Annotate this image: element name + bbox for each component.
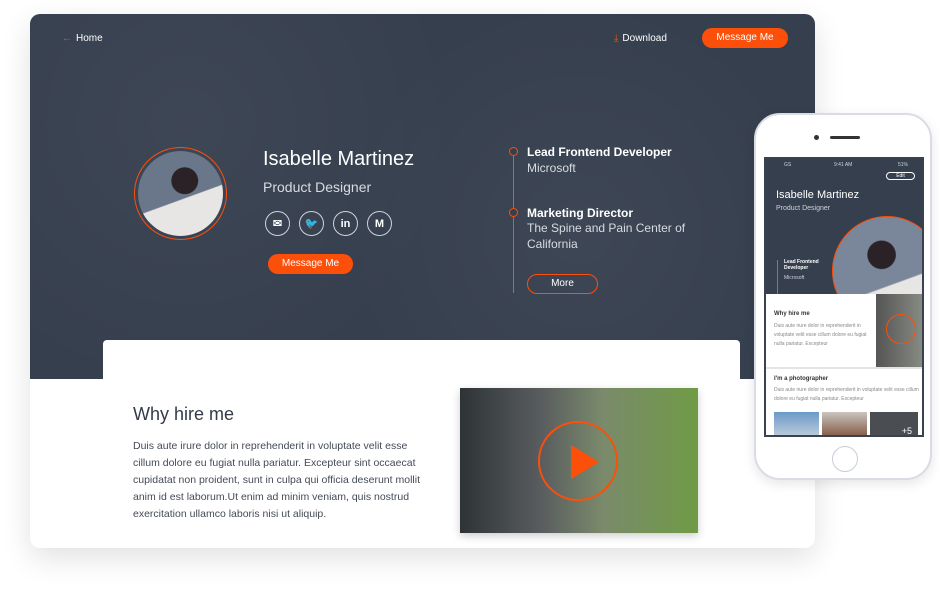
linkedin-icon[interactable]: in (333, 211, 358, 236)
mobile-photo-title: I'm a photographer (774, 376, 829, 382)
photo-thumbnail[interactable] (774, 412, 819, 435)
mobile-screen: GS 9:41 AM 51% Edit Isabelle Martinez Pr… (764, 157, 924, 437)
download-link[interactable]: ⤓ Download (614, 33, 667, 44)
why-hire-text: Duis aute irure dolor in reprehenderit i… (133, 440, 420, 520)
profile-message-button[interactable]: Message Me (268, 254, 353, 274)
timeline-dot (509, 147, 518, 156)
video-thumbnail[interactable] (460, 388, 698, 533)
edit-button[interactable]: Edit (886, 172, 915, 180)
job-title: Marketing Director (527, 206, 634, 220)
home-link[interactable]: ← Home (62, 33, 103, 44)
home-button[interactable] (832, 446, 858, 472)
mail-icon[interactable]: ✉ (265, 211, 290, 236)
medium-icon[interactable]: M (367, 211, 392, 236)
timeline-dot (509, 208, 518, 217)
play-icon[interactable] (538, 421, 618, 501)
avatar (134, 147, 227, 240)
download-icon: ⤓ (614, 33, 619, 44)
more-button[interactable]: More (527, 274, 598, 294)
profile-name: Isabelle Martinez (263, 148, 415, 170)
arrow-left-icon: ← (62, 33, 72, 44)
mobile-job-title: Lead Frontend Developer (784, 259, 819, 271)
mobile-name: Isabelle Martinez (776, 189, 860, 201)
header-message-button[interactable]: Message Me (702, 28, 788, 48)
mobile-video[interactable] (876, 294, 922, 367)
job-company: Microsoft (527, 161, 576, 175)
timeline-line (513, 150, 514, 293)
desktop-profile-card: ← Home ⤓ Download Message Me Isabelle Mart… (30, 14, 815, 548)
play-icon[interactable] (886, 314, 916, 344)
mobile-why-title: Why hire me (774, 311, 810, 317)
mobile-role: Product Designer (776, 205, 831, 212)
job-company: The Spine and Pain Center of California (527, 221, 686, 251)
photo-thumbnail[interactable] (822, 412, 867, 435)
more-photos-thumbnail[interactable]: +5 (870, 412, 918, 435)
profile-hero: ← Home ⤓ Download Message Me Isabelle Mart… (30, 14, 815, 379)
job-title: Lead Frontend Developer (527, 145, 672, 159)
twitter-icon[interactable]: 🐦 (299, 211, 324, 236)
why-hire-title: Why hire me (133, 404, 235, 424)
profile-role: Product Designer (263, 179, 372, 195)
